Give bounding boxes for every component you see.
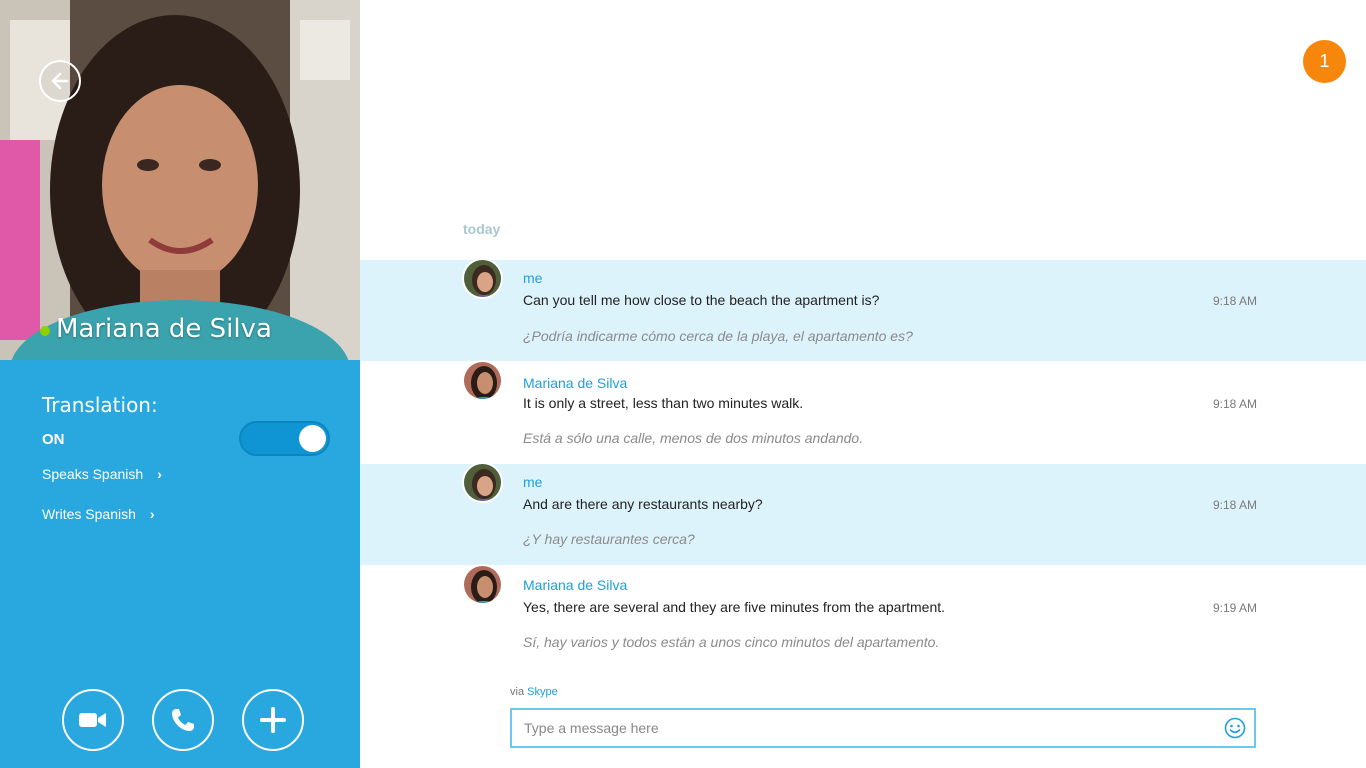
chevron-right-icon: › [157,466,162,482]
avatar [462,258,503,299]
writes-language-label: Writes Spanish [42,506,136,522]
contact-panel: Mariana de Silva Translation: ON Speaks … [0,0,360,768]
translation-heading: Translation: [42,393,158,417]
audio-call-button[interactable] [152,689,214,751]
date-separator: today [463,221,501,237]
message-text: And are there any restaurants nearby? [523,496,763,512]
message-sender: me [523,270,543,286]
message-time: 9:18 AM [1212,498,1257,512]
message-time: 9:18 AM [1212,294,1257,308]
add-button[interactable] [242,689,304,751]
avatar-image [464,566,501,603]
message-item: me And are there any restaurants nearby?… [360,462,1366,565]
emoticon-icon[interactable] [1224,717,1246,739]
via-label: via Skype [510,686,558,698]
toggle-knob [299,425,326,452]
arrow-left-icon [51,72,69,90]
message-time: 9:19 AM [1212,601,1257,615]
avatar-image [464,260,501,297]
via-prefix: via [510,686,525,698]
writes-language-link[interactable]: Writes Spanish › [42,506,155,522]
message-translation: Está a sólo una calle, menos de dos minu… [523,430,864,446]
message-text: Can you tell me how close to the beach t… [523,292,880,308]
message-compose-box [510,708,1256,748]
speaks-language-link[interactable]: Speaks Spanish › [42,466,162,482]
avatar-image [464,464,501,501]
message-sender: Mariana de Silva [523,375,628,391]
contact-name: Mariana de Silva [56,314,272,344]
phone-icon [172,709,194,731]
plus-icon [260,707,286,733]
avatar [462,462,503,503]
message-text: It is only a street, less than two minut… [523,395,804,411]
message-item: Mariana de Silva Yes, there are several … [360,564,1366,667]
chevron-right-icon: › [149,506,155,522]
message-text: Yes, there are several and they are five… [523,599,946,615]
video-call-button[interactable] [62,689,124,751]
avatar-image [464,362,501,399]
message-input[interactable] [512,710,1202,746]
contact-photo-image [0,0,360,360]
message-translation: Sí, hay varios y todos están a unos cinc… [523,634,940,650]
skype-chat-window: Mariana de Silva Translation: ON Speaks … [0,0,1366,768]
message-item: Mariana de Silva It is only a street, le… [360,360,1366,463]
speaks-language-label: Speaks Spanish [42,466,144,482]
back-button[interactable] [39,60,81,102]
message-translation: ¿Y hay restaurantes cerca? [523,531,695,547]
message-time: 9:18 AM [1212,397,1257,411]
translation-toggle[interactable] [239,421,330,456]
translation-state-label: ON [42,431,65,448]
avatar [462,564,503,605]
contact-header: Mariana de Silva [40,314,272,344]
avatar [462,360,503,401]
via-service-link[interactable]: Skype [527,686,558,698]
contact-photo: Mariana de Silva [0,0,360,360]
message-item: me Can you tell me how close to the beac… [360,258,1366,361]
message-translation: ¿Podría indicarme cómo cerca de la playa… [523,328,913,344]
presence-online-icon [40,326,50,336]
message-sender: Mariana de Silva [523,577,628,593]
message-sender: me [523,474,543,490]
video-camera-icon [79,713,106,727]
notification-badge[interactable]: 1 [1303,40,1346,83]
